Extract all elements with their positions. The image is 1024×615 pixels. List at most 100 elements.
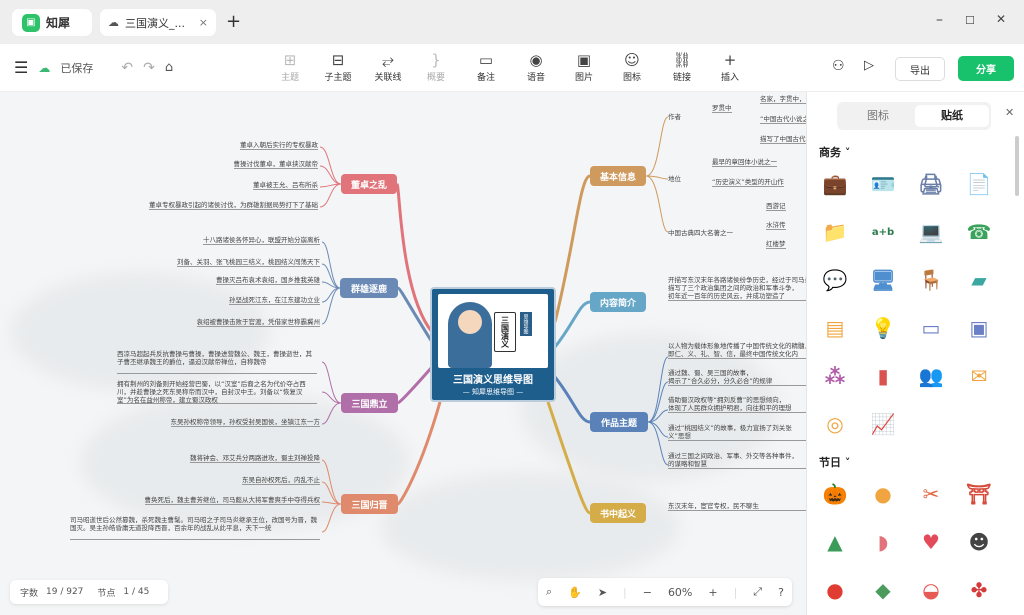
close-window-button[interactable]: ✕ xyxy=(996,12,1006,26)
section-festival-title[interactable]: 节日 ˅ xyxy=(819,454,850,470)
folder-icon[interactable]: 📁 xyxy=(821,218,849,246)
tool-3[interactable]: } 概要 xyxy=(414,50,458,83)
leaf-node[interactable]: 孙坚战死江东，在江东建功立业 xyxy=(229,296,320,305)
leaf-node[interactable]: 东吴自孙权死后，内乱不止 xyxy=(242,476,320,485)
leaf-node[interactable]: 通过三国之间政治、军事、外交等各种事件， xyxy=(668,452,806,460)
fit-screen-icon[interactable]: ⤢ xyxy=(753,585,762,599)
close-tab-icon[interactable]: × xyxy=(199,16,208,29)
bowl-icon[interactable]: ◒ xyxy=(917,576,945,604)
palace-icon[interactable]: ⛩ xyxy=(965,480,993,508)
leaf-node[interactable]: 即仁、义、礼、智、信，最终中国传统文化内 xyxy=(668,350,806,359)
branch-node[interactable]: 作品主题 xyxy=(590,412,648,432)
format-painter-icon[interactable]: ⌂ xyxy=(165,60,173,75)
branch-node[interactable]: 基本信息 xyxy=(590,166,646,186)
document-tab[interactable]: ☁ 三国演义_... × xyxy=(100,9,216,36)
barchart-icon[interactable]: ▮ xyxy=(869,362,897,390)
leaf-node[interactable]: 作者 xyxy=(668,113,681,121)
leaf-node[interactable]: 中国古典四大名著之一 xyxy=(668,229,733,237)
leaf-node[interactable]: 司马昭逝世后公然篡魏，杀死魏主曹髦。司马昭之子司马炎继承王位，改国号为晋，魏国灭… xyxy=(70,516,320,540)
present-icon[interactable]: ▷ xyxy=(864,58,874,73)
network-icon[interactable]: ⁂ xyxy=(821,362,849,390)
monitor-icon[interactable]: 🖥 xyxy=(869,266,897,294)
leaf-node[interactable]: 董卓专权暴政引起的诸侯讨伐，为群雄割据局势打下了基础 xyxy=(149,201,318,210)
leaf-node[interactable]: “中国古代小说之父” xyxy=(760,115,806,124)
leaf-node[interactable]: 地位 xyxy=(668,175,681,183)
notebook-icon[interactable]: ▭ xyxy=(917,314,945,342)
tool-8[interactable]: ⛓ 链接 xyxy=(660,50,704,83)
leaf-node[interactable]: 揭示了“合久必分，分久必合”的规律 xyxy=(668,377,806,386)
team-icon[interactable]: 👥 xyxy=(917,362,945,390)
panel-scrollbar[interactable] xyxy=(1015,136,1019,196)
leaf-node[interactable]: 西游记 xyxy=(766,202,786,211)
tool-4[interactable]: ▭ 备注 xyxy=(464,50,508,83)
leaf-node[interactable]: 袁绍被曹操击败于官渡，凭借家世称霸冀州 xyxy=(196,318,320,327)
trend-icon[interactable]: 📈 xyxy=(869,410,897,438)
tool-1[interactable]: ⊟ 子主题 xyxy=(316,50,360,83)
leaf-node[interactable]: 借助蜀汉政权等“拥刘反曹”的思想倾向， xyxy=(668,396,806,404)
new-tab-button[interactable]: + xyxy=(226,11,241,32)
tool-6[interactable]: ▣ 图片 xyxy=(562,50,606,83)
blackboard-icon[interactable]: a+b xyxy=(869,218,897,246)
undo-icon[interactable]: ↶ xyxy=(121,60,133,76)
leaf-node[interactable]: 义”思想 xyxy=(668,432,806,441)
id-badge-icon[interactable]: 🪪 xyxy=(869,170,897,198)
leaf-node[interactable]: 魏将钟会、邓艾兵分两路进攻，蜀主刘禅投降 xyxy=(190,454,320,463)
tools-icon[interactable]: ✂ xyxy=(917,480,945,508)
branch-node[interactable]: 书中起义 xyxy=(590,503,646,523)
leaf-node[interactable]: “历史演义”类型的开山作 xyxy=(712,178,784,187)
leaf-node[interactable]: 描写了三个政治集团之间的政治和军事斗争， xyxy=(668,284,806,292)
central-topic[interactable]: 三国演义 思维导图 三国演义思维导图 — 知犀思维导图 — xyxy=(430,287,556,402)
leaf-node[interactable]: 最早的章回体小说之一 xyxy=(712,158,777,167)
document-icon[interactable]: 📄 xyxy=(965,170,993,198)
leaf-node[interactable]: 描写了中国古代 xyxy=(760,135,806,144)
leaf-node[interactable]: 罗贯中 xyxy=(712,104,732,113)
leaf-node[interactable]: 开描写东汉末年各路诸侯纷争历史，经过于司马炎灭吴开晋，以 xyxy=(668,276,806,284)
tree-icon[interactable]: ▲ xyxy=(821,528,849,556)
lantern-icon[interactable]: ● xyxy=(821,576,849,604)
heart-arrow-icon[interactable]: ♥ xyxy=(917,528,945,556)
zoom-in-button[interactable]: + xyxy=(708,586,717,599)
leaf-node[interactable]: 名家，字贯中，号湖海散人 xyxy=(760,95,806,104)
branch-node[interactable]: 三国鼎立 xyxy=(341,393,398,413)
phone-icon[interactable]: ☎ xyxy=(965,218,993,246)
pumpkin-icon[interactable]: 🎃 xyxy=(821,480,849,508)
mooncake-icon[interactable]: ● xyxy=(869,480,897,508)
leaf-node[interactable]: 通过魏、蜀、吴三国的故事， xyxy=(668,369,806,377)
export-button[interactable]: 导出 xyxy=(895,57,945,81)
lamp-icon[interactable]: 💡 xyxy=(869,314,897,342)
chair-icon[interactable]: 🪑 xyxy=(917,266,945,294)
ghost-icon[interactable]: ◗ xyxy=(869,528,897,556)
branch-node[interactable]: 董卓之乱 xyxy=(341,174,397,194)
leaf-node[interactable]: 水浒传 xyxy=(766,221,786,230)
coins-icon[interactable]: ◎ xyxy=(821,410,849,438)
briefcase-icon[interactable]: 💼 xyxy=(821,170,849,198)
leaf-node[interactable]: 的谋略和智慧 xyxy=(668,460,806,469)
zoom-out-button[interactable]: − xyxy=(643,586,652,599)
leaf-node[interactable]: 董卓被王允、吕布所杀 xyxy=(253,181,318,190)
printer-icon[interactable]: 🖨 xyxy=(917,170,945,198)
mindmap-canvas[interactable]: 三国演义 思维导图 三国演义思维导图 — 知犀思维导图 — 董卓之乱 群雄逐鹿 … xyxy=(0,92,806,615)
chat-icon[interactable]: 💬 xyxy=(821,266,849,294)
branch-node[interactable]: 群雄逐鹿 xyxy=(340,278,398,298)
leaf-node[interactable]: 东吴孙权称帝领导，孙权受封吴国侯，坐镇江东一方 xyxy=(170,418,320,427)
leaf-node[interactable]: 董卓入朝后实行的专权暴政 xyxy=(240,141,318,150)
leaf-node[interactable]: 曹操灭吕布袁术袁绍，国乡推我英雄 xyxy=(216,276,320,285)
share-button[interactable]: 分享 xyxy=(958,56,1014,81)
minimize-button[interactable]: – xyxy=(936,12,943,28)
help-icon[interactable]: ? xyxy=(778,586,784,599)
tool-0[interactable]: ⊞ 主题 xyxy=(268,50,312,83)
leaf-node[interactable]: 初年近一百年的历史风云，并成功塑造了 xyxy=(668,292,806,301)
leaf-node[interactable]: 以人物为载体形象地传播了中国传统文化的精髓， xyxy=(668,342,806,350)
tool-7[interactable]: ☺ 图标 xyxy=(610,50,654,83)
leaf-node[interactable]: 曹奂死后，魏主曹芳继位，司马懿从大将军曹爽手中夺得兵权 xyxy=(144,496,320,505)
close-panel-icon[interactable]: ✕ xyxy=(1005,106,1014,119)
window-icon[interactable]: ▣ xyxy=(965,314,993,342)
menu-icon[interactable]: ☰ xyxy=(14,58,28,77)
laptop-icon[interactable]: 💻 xyxy=(917,218,945,246)
leaf-node[interactable]: 东汉末年，宦官专权，民不聊生 xyxy=(668,502,806,511)
redo-icon[interactable]: ↷ xyxy=(143,60,155,76)
tool-9[interactable]: + 插入 xyxy=(708,50,752,83)
leaf-node[interactable]: 刘备、关羽、张飞桃园三结义，桃园结义闯荡天下 xyxy=(177,258,320,267)
pointer-icon[interactable]: ➤ xyxy=(598,586,607,599)
leaf-node[interactable]: 十八路诸侯各怀异心，联盟开始分崩离析 xyxy=(203,236,320,245)
